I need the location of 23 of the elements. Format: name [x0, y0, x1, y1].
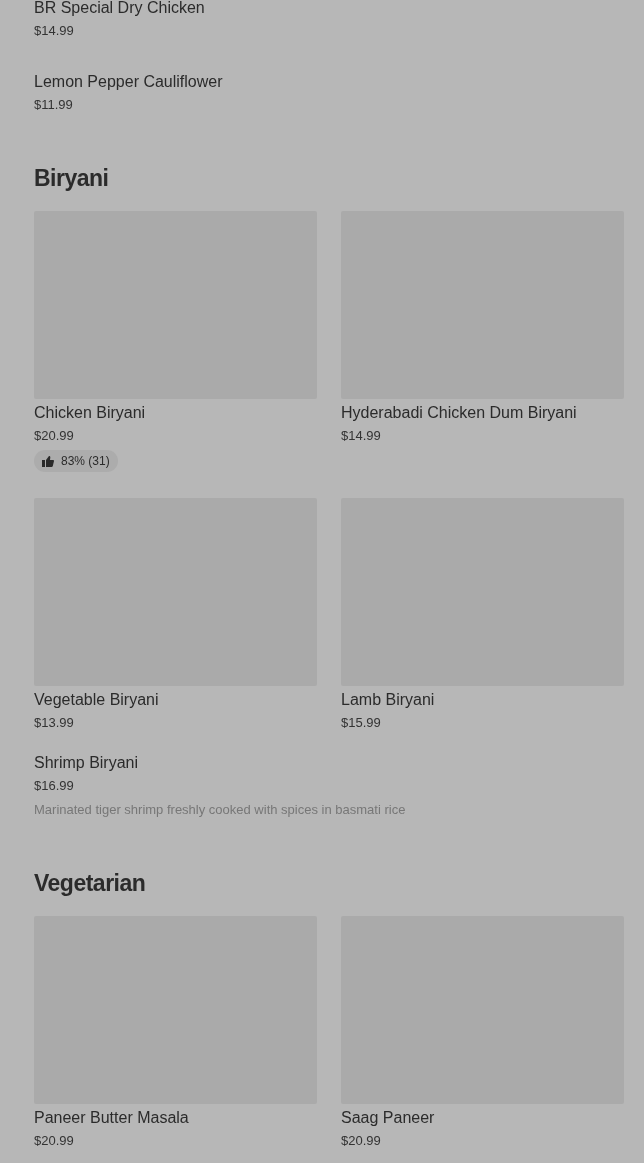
- item-name: Saag Paneer: [341, 1107, 436, 1128]
- item-price: $16.99: [34, 777, 75, 794]
- item-price: $15.99: [341, 714, 382, 731]
- item-name: Lemon Pepper Cauliflower: [34, 72, 224, 92]
- item-name: Vegetable Biryani: [34, 689, 160, 710]
- item-name: Paneer Butter Masala: [34, 1107, 190, 1128]
- item-price: $20.99: [34, 428, 75, 444]
- item-name: BR Special Dry Chicken: [34, 0, 206, 18]
- item-name: Lamb Biryani: [341, 689, 436, 710]
- section-heading: Biryani: [34, 164, 110, 193]
- item-description: Marinated tiger shrimp freshly cooked with spices in basmati rice: [34, 801, 407, 818]
- item-price: $20.99: [34, 1132, 75, 1149]
- item-price: $14.99: [341, 428, 382, 444]
- item-price: $20.99: [341, 1132, 382, 1149]
- section-heading: Vegetarian: [34, 868, 147, 898]
- item-name: Hyderabadi Chicken Dum Biryani: [341, 403, 578, 423]
- item-price: $11.99: [34, 97, 74, 113]
- item-name: Shrimp Biryani: [34, 752, 140, 773]
- item-price: $13.99: [34, 714, 75, 731]
- rating-text: 83% (31): [61, 453, 110, 470]
- item-price: $14.99: [34, 23, 75, 39]
- thumbs-up-icon: [42, 455, 54, 467]
- item-name: Chicken Biryani: [34, 403, 147, 423]
